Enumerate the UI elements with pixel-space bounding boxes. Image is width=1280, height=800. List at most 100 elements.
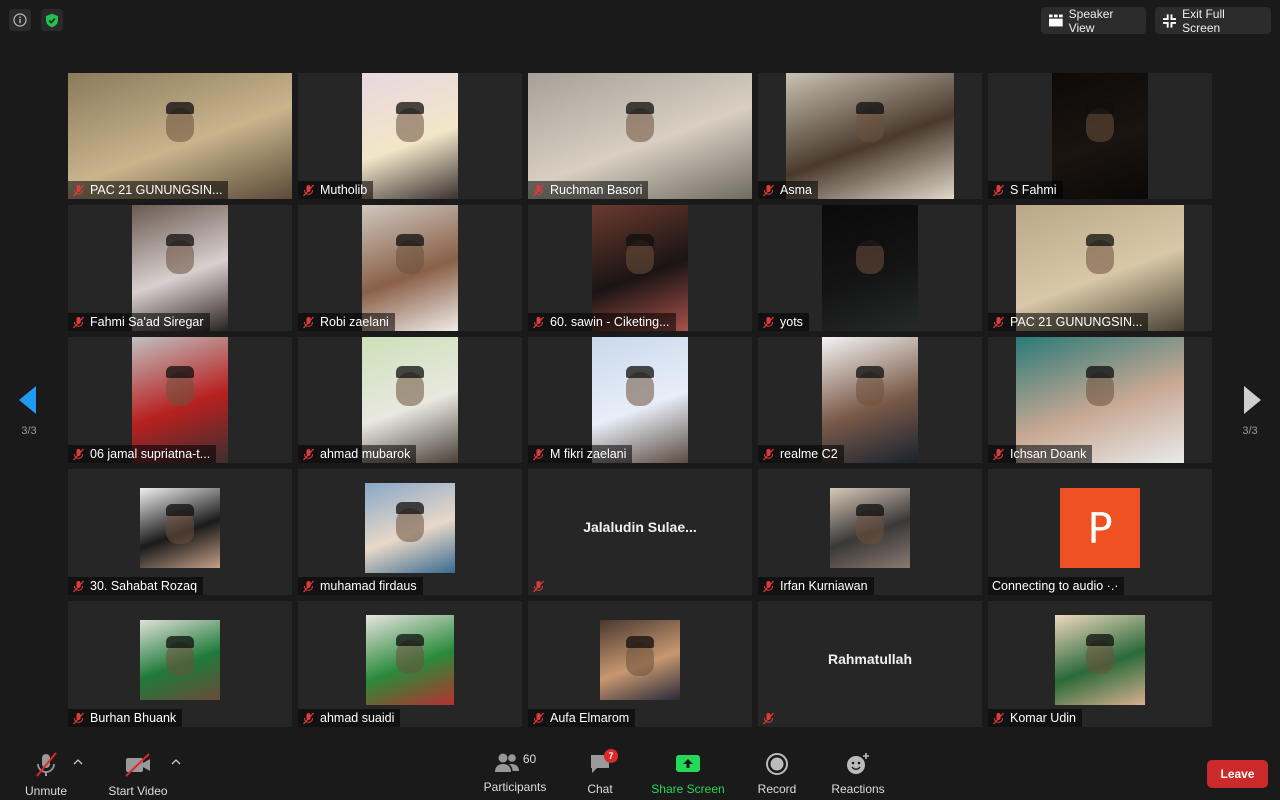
participant-tile[interactable]: S Fahmi (988, 73, 1212, 199)
muted-microphone-icon (763, 448, 774, 460)
unmute-label: Unmute (24, 784, 68, 798)
participant-tile[interactable]: Irfan Kurniawan (758, 469, 982, 595)
participant-name: Robi zaelani (320, 315, 389, 329)
participant-name: yots (780, 315, 803, 329)
participant-name: 06 jamal supriatna-t... (90, 447, 211, 461)
participant-name-tag: 60. sawin - Ciketing... (528, 313, 676, 331)
leave-button[interactable]: Leave (1207, 760, 1268, 788)
participant-name: 30. Sahabat Rozaq (90, 579, 198, 593)
muted-microphone-icon (303, 316, 314, 328)
participant-tile[interactable]: Jalaludin Sulae... (528, 469, 752, 595)
participant-tile[interactable]: ahmad suaidi (298, 601, 522, 727)
muted-microphone-icon (993, 184, 1004, 196)
muted-microphone-icon (73, 184, 84, 196)
participant-display-name: Jalaludin Sulae... (583, 519, 697, 535)
participant-video (1052, 73, 1148, 199)
participant-name-tag: muhamad firdaus (298, 577, 423, 595)
muted-microphone-icon (763, 712, 774, 724)
next-page-arrow-icon[interactable] (1242, 385, 1262, 415)
participant-name-tag: yots (758, 313, 809, 331)
speaker-view-icon (1049, 14, 1063, 27)
muted-microphone-icon (303, 712, 314, 724)
participant-name: S Fahmi (1010, 183, 1057, 197)
previous-page-arrow-icon[interactable] (18, 385, 38, 415)
participants-label: Participants (483, 780, 547, 794)
share-screen-label: Share Screen (651, 782, 725, 796)
participant-tile[interactable]: Robi zaelani (298, 205, 522, 331)
participant-tile[interactable]: Asma (758, 73, 982, 199)
page-indicator-left: 3/3 (21, 425, 37, 437)
unmute-button[interactable]: Unmute (22, 744, 70, 800)
participant-display-name: Rahmatullah (827, 651, 912, 667)
exit-full-screen-icon (1163, 13, 1177, 28)
participant-name-tag: Mutholib (298, 181, 374, 199)
muted-microphone-icon (993, 712, 1004, 724)
record-label: Record (757, 782, 797, 796)
muted-microphone-icon (533, 316, 544, 328)
muted-microphone-icon (303, 184, 314, 196)
participant-tile[interactable]: realme C2 (758, 337, 982, 463)
participant-name-tag: realme C2 (758, 445, 844, 463)
top-bar: Speaker View Exit Full Screen (0, 0, 1280, 44)
participant-name: Ichsan Doank (1010, 447, 1087, 461)
participant-name: Asma (780, 183, 812, 197)
start-video-button[interactable]: Start Video (104, 744, 172, 800)
shield-icon[interactable] (41, 9, 63, 31)
record-icon (766, 753, 788, 775)
participant-name-tag: Burhan Bhuank (68, 709, 183, 727)
participant-name-tag: 06 jamal supriatna-t... (68, 445, 217, 463)
participant-tile[interactable]: Ruchman Basori (528, 73, 752, 199)
start-video-label: Start Video (108, 784, 168, 798)
reactions-label: Reactions (831, 782, 885, 796)
participant-tile[interactable]: muhamad firdaus (298, 469, 522, 595)
participant-tile[interactable]: 60. sawin - Ciketing... (528, 205, 752, 331)
participant-tile[interactable]: M fikri zaelani (528, 337, 752, 463)
muted-microphone-icon (763, 580, 774, 592)
participant-name: Mutholib (320, 183, 368, 197)
participant-name-tag: Aufa Elmarom (528, 709, 636, 727)
participant-tile[interactable]: ahmad mubarok (298, 337, 522, 463)
record-button[interactable]: Record (755, 744, 799, 800)
participant-name: Ruchman Basori (550, 183, 643, 197)
reactions-button[interactable]: Reactions (829, 744, 887, 800)
participant-tile[interactable]: Ichsan Doank (988, 337, 1212, 463)
participant-tile[interactable]: Aufa Elmarom (528, 601, 752, 727)
muted-microphone-icon (303, 448, 314, 460)
participant-name: Komar Udin (1010, 711, 1076, 725)
participant-tile[interactable]: Burhan Bhuank (68, 601, 292, 727)
audio-options-caret-icon[interactable] (73, 758, 83, 766)
participant-name-tag: Robi zaelani (298, 313, 395, 331)
muted-microphone-icon (763, 184, 774, 196)
participant-tile[interactable]: PAC 21 GUNUNGSIN... (68, 73, 292, 199)
participants-button[interactable]: 60 Participants (480, 744, 550, 800)
reactions-icon (847, 753, 869, 774)
muted-microphone-icon (533, 184, 544, 196)
participant-video (830, 488, 910, 568)
participant-name: Aufa Elmarom (550, 711, 630, 725)
participant-video (140, 488, 220, 568)
participant-tile[interactable]: Rahmatullah (758, 601, 982, 727)
participant-name: ahmad mubarok (320, 447, 411, 461)
participant-tile[interactable]: Mutholib (298, 73, 522, 199)
participant-tile[interactable]: PAC 21 GUNUNGSIN... (988, 205, 1212, 331)
participant-tile[interactable]: Komar Udin (988, 601, 1212, 727)
participant-tile[interactable]: P Connecting to audio ·.· (988, 469, 1212, 595)
participant-name-tag: PAC 21 GUNUNGSIN... (988, 313, 1149, 331)
participant-tile[interactable]: 06 jamal supriatna-t... (68, 337, 292, 463)
participant-tile[interactable]: 30. Sahabat Rozaq (68, 469, 292, 595)
participant-name: M fikri zaelani (550, 447, 627, 461)
participant-name-tag (758, 709, 781, 727)
participant-tile[interactable]: yots (758, 205, 982, 331)
video-options-caret-icon[interactable] (171, 758, 181, 766)
share-screen-button[interactable]: Share Screen (650, 744, 726, 800)
muted-microphone-icon (993, 316, 1004, 328)
info-icon[interactable] (9, 9, 31, 31)
muted-microphone-icon (73, 712, 84, 724)
participant-name-tag: 30. Sahabat Rozaq (68, 577, 204, 595)
exit-full-screen-button[interactable]: Exit Full Screen (1155, 7, 1271, 35)
participant-video (362, 73, 458, 199)
participant-name: Fahmi Sa'ad Siregar (90, 315, 204, 329)
chat-button[interactable]: 7 Chat (580, 744, 620, 800)
participant-tile[interactable]: Fahmi Sa'ad Siregar (68, 205, 292, 331)
speaker-view-button[interactable]: Speaker View (1041, 7, 1146, 35)
